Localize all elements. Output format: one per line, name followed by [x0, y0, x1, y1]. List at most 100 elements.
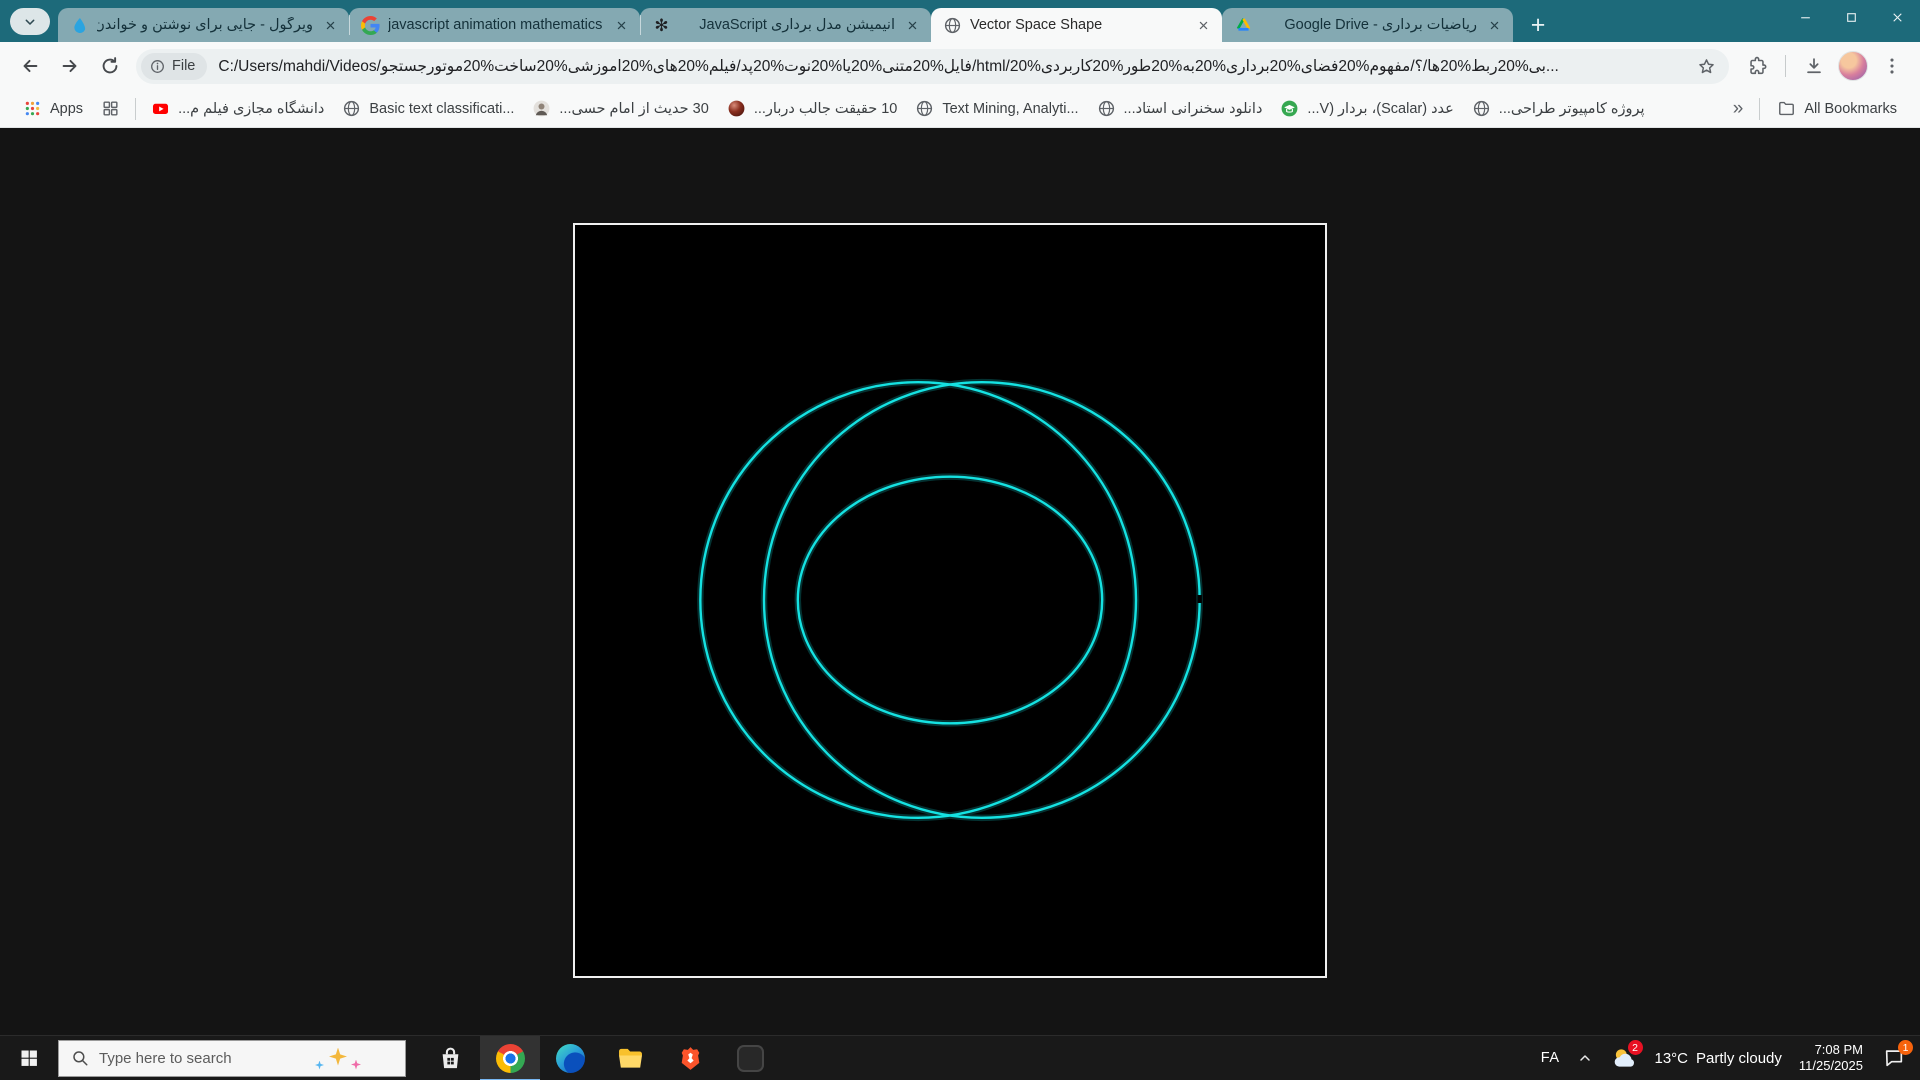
- bookmarks-bar: Apps دانشگاه مجازی فیلم م... Basic text cl…: [0, 90, 1920, 128]
- youtube-icon: [151, 99, 170, 118]
- bookmark-label: 30 حدیث از امام حسی...: [559, 101, 708, 117]
- taskbar-edge-button[interactable]: [540, 1036, 600, 1080]
- bookmark-star-button[interactable]: [1693, 53, 1719, 79]
- tab-close-button[interactable]: [321, 16, 339, 34]
- bookmarks-divider: [135, 98, 136, 120]
- all-bookmarks-button[interactable]: All Bookmarks: [1768, 94, 1906, 123]
- reload-button[interactable]: [90, 46, 130, 86]
- taskbar-brave-button[interactable]: [660, 1036, 720, 1080]
- brave-icon: [676, 1044, 705, 1073]
- bookmark-item[interactable]: 10 حقیقت جالب دربار...: [718, 94, 907, 123]
- clock-time: 7:08 PM: [1799, 1042, 1863, 1058]
- bookmark-label: Basic text classificati...: [369, 101, 514, 117]
- bookmark-label: Apps: [50, 101, 83, 117]
- tab-close-button[interactable]: [1485, 16, 1503, 34]
- minimize-button[interactable]: [1782, 0, 1828, 34]
- bookmark-label: 10 حقیقت جالب دربار...: [754, 101, 898, 117]
- puzzle-icon: [1746, 55, 1768, 77]
- browser-tab-1[interactable]: ویرگول - جایی برای نوشتن و خواندن: [58, 8, 349, 42]
- windows-logo-icon: [19, 1048, 39, 1068]
- gdrive-icon: [1234, 16, 1253, 35]
- hidden-icons-chevron[interactable]: [1577, 1050, 1593, 1066]
- chevron-down-icon: [22, 14, 38, 30]
- browser-tab-4[interactable]: Vector Space Shape: [931, 8, 1222, 42]
- forward-button[interactable]: [50, 46, 90, 86]
- temperature: 13°C: [1655, 1050, 1689, 1067]
- browser-tab-2[interactable]: javascript animation mathematics: [349, 8, 640, 42]
- bookmark-item[interactable]: عدد (Scalar)، بردار (V...: [1271, 94, 1462, 123]
- bookmarks-divider: [1759, 98, 1760, 120]
- downloads-button[interactable]: [1796, 48, 1832, 84]
- taskbar-clock[interactable]: 7:08 PM 11/25/2025: [1799, 1042, 1863, 1074]
- weather-tray-icon[interactable]: 2: [1610, 1044, 1638, 1072]
- language-indicator[interactable]: FA: [1541, 1050, 1560, 1066]
- browser-tab-5[interactable]: ریاضیات برداری - Google Drive: [1222, 8, 1513, 42]
- bookmark-item[interactable]: Basic text classificati...: [333, 94, 523, 123]
- bookmark-item[interactable]: دانلود سخنرانی استاد...: [1088, 94, 1272, 123]
- tab-close-button[interactable]: [612, 16, 630, 34]
- browser-menu-button[interactable]: [1874, 48, 1910, 84]
- close-icon: [905, 18, 920, 33]
- sparkle-icon: [351, 1060, 361, 1070]
- weather-condition: Partly cloudy: [1696, 1050, 1782, 1067]
- browser-tab-3[interactable]: ✻انیمیشن مدل برداری JavaScript: [640, 8, 931, 42]
- weather-text[interactable]: 13°C Partly cloudy: [1655, 1050, 1782, 1067]
- url-scheme-chip[interactable]: File: [141, 53, 207, 80]
- tab-close-button[interactable]: [1194, 16, 1212, 34]
- taskbar-app-icons: [420, 1036, 780, 1080]
- explorer-icon: [616, 1044, 645, 1073]
- action-center-button[interactable]: 1: [1880, 1044, 1908, 1072]
- bookmark-item[interactable]: Apps: [14, 94, 92, 123]
- back-button[interactable]: [10, 46, 50, 86]
- sparkle-icon: [329, 1048, 347, 1066]
- close-icon: [1196, 18, 1211, 33]
- taskbar-search-box[interactable]: Type here to search: [58, 1040, 406, 1077]
- taskbar-chrome-button[interactable]: [480, 1036, 540, 1080]
- maximize-icon: [1845, 11, 1858, 24]
- tab-title: Vector Space Shape: [970, 17, 1186, 33]
- taskbar-explorer-button[interactable]: [600, 1036, 660, 1080]
- tab-list: ویرگول - جایی برای نوشتن و خواندن javascr…: [58, 8, 1513, 42]
- download-icon: [1803, 55, 1825, 77]
- taskbar-store-button[interactable]: [420, 1036, 480, 1080]
- bookmark-item[interactable]: [92, 94, 129, 123]
- close-window-button[interactable]: [1874, 0, 1920, 34]
- browser-toolbar: File C:/Users/mahdi/Videos/فایل%20متنی%2…: [0, 42, 1920, 90]
- edge-icon: [556, 1044, 585, 1073]
- bookmark-item[interactable]: پروژه کامپیوتر طراحی...: [1463, 94, 1654, 123]
- reload-icon: [99, 55, 121, 77]
- globe-icon: [915, 99, 934, 118]
- globe-icon: [1097, 99, 1116, 118]
- forward-arrow-icon: [59, 55, 81, 77]
- url-text[interactable]: C:/Users/mahdi/Videos/فایل%20متنی%20یا%2…: [218, 57, 1693, 76]
- bookmark-label: عدد (Scalar)، بردار (V...: [1307, 101, 1453, 117]
- vector-shape-canvas[interactable]: [573, 223, 1327, 978]
- profile-avatar[interactable]: [1838, 51, 1868, 81]
- start-button[interactable]: [0, 1036, 58, 1080]
- vector-shapes-svg: [575, 225, 1325, 976]
- extensions-button[interactable]: [1739, 48, 1775, 84]
- three-dot-menu-icon: [1881, 55, 1903, 77]
- info-icon: [149, 58, 166, 75]
- bookmarks-overflow-button[interactable]: »: [1725, 98, 1752, 120]
- new-tab-button[interactable]: +: [1523, 10, 1553, 40]
- address-bar[interactable]: File C:/Users/mahdi/Videos/فایل%20متنی%2…: [136, 49, 1729, 84]
- tab-search-button[interactable]: [10, 8, 50, 35]
- close-icon: [323, 18, 338, 33]
- bookmark-item[interactable]: Text Mining, Analyti...: [906, 94, 1087, 123]
- bookmark-item[interactable]: دانشگاه مجازی فیلم م...: [142, 94, 333, 123]
- close-icon: [1891, 11, 1904, 24]
- tab-title: javascript animation mathematics: [388, 17, 604, 33]
- chrome-icon: [496, 1044, 525, 1073]
- bookmark-label: دانلود سخنرانی استاد...: [1124, 101, 1263, 117]
- tab-close-button[interactable]: [903, 16, 921, 34]
- taskbar-darkapp-button[interactable]: [720, 1036, 780, 1080]
- system-tray: FA 2 13°C Partly cloudy 7:08 PM 11/25/20…: [1541, 1042, 1920, 1074]
- bookmark-item[interactable]: 30 حدیث از امام حسی...: [523, 94, 717, 123]
- sphere-icon: [727, 99, 746, 118]
- page-content: [0, 128, 1920, 1035]
- faradars-icon: [1280, 99, 1299, 118]
- tab-title: انیمیشن مدل برداری JavaScript: [679, 17, 895, 33]
- tray-badge: 2: [1628, 1040, 1643, 1055]
- maximize-button[interactable]: [1828, 0, 1874, 34]
